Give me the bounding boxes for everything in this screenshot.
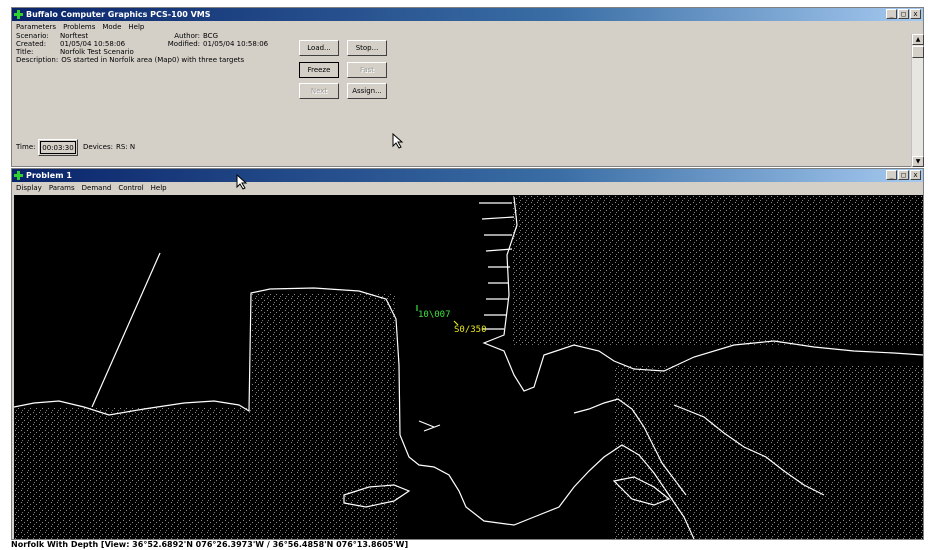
problem-minimize-button[interactable]: _: [886, 170, 897, 180]
menu-params[interactable]: Params: [49, 184, 75, 192]
problem-window-title: Problem 1: [26, 171, 72, 180]
description-value: OS started in Norfolk area (Map0) with t…: [61, 56, 245, 64]
menu-display[interactable]: Display: [16, 184, 42, 192]
problem-maximize-button[interactable]: □: [898, 170, 909, 180]
title-label: Title:: [16, 48, 34, 56]
menu-control[interactable]: Control: [118, 184, 143, 192]
scroll-up-icon[interactable]: ▲: [912, 34, 924, 45]
stop-button[interactable]: Stop...: [347, 40, 387, 56]
target-1[interactable]: 10\007: [416, 305, 451, 320]
scroll-down-icon[interactable]: ▼: [912, 156, 924, 167]
author-value: BCG: [203, 32, 218, 40]
close-button[interactable]: x: [910, 9, 921, 19]
assign-button[interactable]: Assign...: [347, 83, 387, 99]
status-bar: Norfolk With Depth [View: 36°52.6892'N 0…: [11, 540, 409, 549]
menu-mode[interactable]: Mode: [102, 23, 121, 31]
mouse-cursor-icon: [392, 133, 404, 149]
problem-logo-icon: [14, 171, 23, 180]
main-window: Buffalo Computer Graphics PCS-100 VMS _ …: [11, 7, 924, 167]
land-texture: [14, 195, 923, 539]
target-2[interactable]: S0/350: [453, 320, 487, 335]
load-button[interactable]: Load...: [299, 40, 339, 56]
minimize-button[interactable]: _: [886, 9, 897, 19]
target-2-label: S0/350: [454, 325, 487, 335]
menu-problems[interactable]: Problems: [63, 23, 95, 31]
modified-label: Modified:: [167, 40, 200, 48]
scenario-value: Norftest: [60, 32, 89, 40]
menu-problem-help[interactable]: Help: [151, 184, 167, 192]
devices-label: Devices:: [83, 143, 113, 151]
scenario-label: Scenario:: [16, 32, 49, 40]
created-label: Created:: [16, 40, 47, 48]
scenario-info-right: Author: BCG Modified: 01/05/04 10:58:06: [160, 32, 268, 48]
range-line: [91, 252, 161, 408]
main-caption-buttons: _ □ x: [886, 9, 921, 19]
problem-window: Problem 1 _ □ x Display Params Demand Co…: [11, 168, 924, 540]
problem-caption-buttons: _ □ x: [886, 170, 921, 180]
title-value: Norfolk Test Scenario: [60, 48, 134, 56]
main-titlebar[interactable]: Buffalo Computer Graphics PCS-100 VMS _ …: [12, 8, 923, 21]
menu-help[interactable]: Help: [128, 23, 144, 31]
time-display[interactable]: 00:03:30: [38, 139, 78, 156]
next-button[interactable]: Next: [299, 83, 339, 99]
menu-parameters[interactable]: Parameters: [16, 23, 56, 31]
main-window-title: Buffalo Computer Graphics PCS-100 VMS: [26, 10, 211, 19]
target-1-label: 10\007: [418, 310, 451, 320]
time-label: Time:: [16, 143, 36, 151]
menu-demand[interactable]: Demand: [82, 184, 112, 192]
app-logo-icon: [14, 10, 23, 19]
channel: [418, 420, 441, 432]
fast-button[interactable]: Fast: [347, 62, 387, 78]
radar-map-view[interactable]: 10\007 S0/350: [14, 195, 923, 539]
modified-value: 01/05/04 10:58:06: [203, 40, 269, 48]
mouse-cursor-secondary-icon: [236, 174, 248, 190]
problem-close-button[interactable]: x: [910, 170, 921, 180]
description-label: Description:: [16, 56, 59, 64]
maximize-button[interactable]: □: [898, 9, 909, 19]
problem-titlebar[interactable]: Problem 1 _ □ x: [12, 169, 923, 182]
created-value: 01/05/04 10:58:06: [60, 40, 126, 48]
scroll-thumb[interactable]: [912, 46, 924, 58]
freeze-button[interactable]: Freeze: [299, 62, 339, 78]
author-label: Author:: [174, 32, 200, 40]
problem-menubar: Display Params Demand Control Help: [12, 182, 923, 193]
devices-value: RS: N: [116, 143, 136, 151]
main-scrollbar[interactable]: ▲ ▼: [911, 34, 924, 167]
piers: [479, 202, 515, 330]
main-menubar: Parameters Problems Mode Help: [12, 21, 923, 32]
